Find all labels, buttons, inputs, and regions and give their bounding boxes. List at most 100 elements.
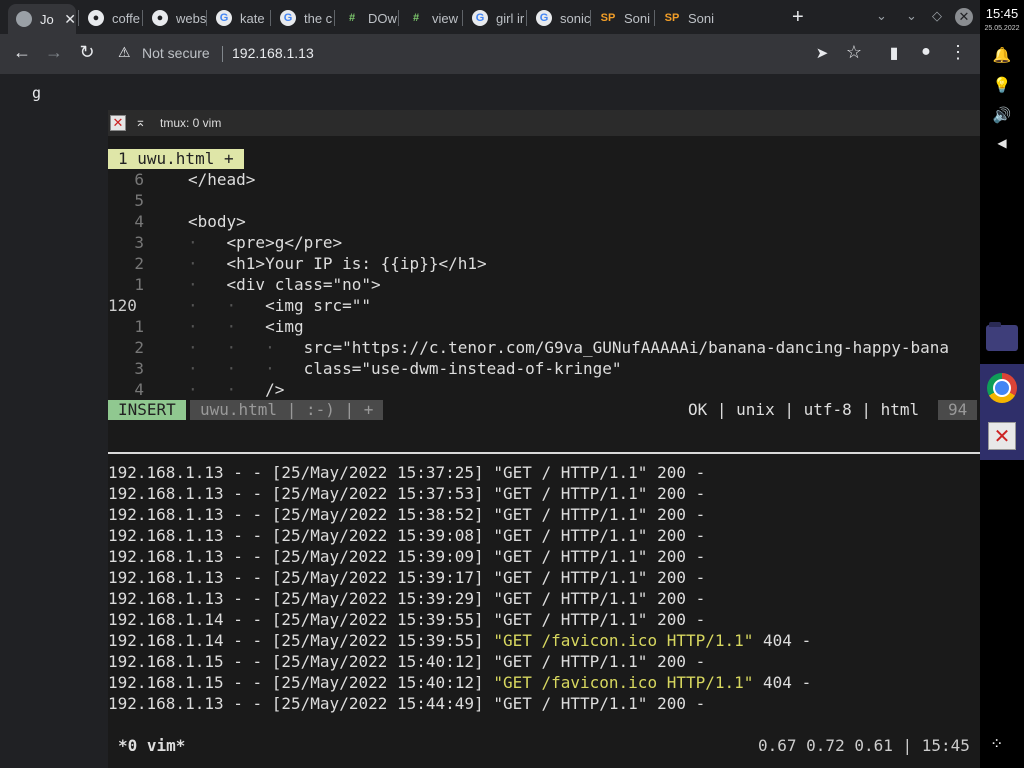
log-req: "GET / HTTP/1.1"	[493, 589, 648, 608]
log-line: 192.168.1.13 - - [25/May/2022 15:37:53] …	[108, 483, 705, 504]
forward-arrow-icon[interactable]: →	[42, 42, 66, 63]
code-line[interactable]: 1 · <div class="no">	[108, 274, 980, 295]
address-bar[interactable]: 192.168.1.13	[232, 45, 314, 61]
code-line[interactable]: 120 · · <img src=""	[108, 295, 980, 316]
tab-0[interactable]: Jo ✕	[8, 4, 76, 34]
tab-title: Jo	[40, 11, 54, 27]
log-req: "GET / HTTP/1.1"	[493, 526, 648, 545]
terminal-close-icon[interactable]: ✕	[110, 115, 126, 131]
code-line[interactable]: 2 · · · src="https://c.tenor.com/G9va_GUN…	[108, 337, 980, 358]
log-line: 192.168.1.13 - - [25/May/2022 15:39:29] …	[108, 588, 705, 609]
tab-2[interactable]: ● webs	[144, 4, 206, 32]
log-req: "GET / HTTP/1.1"	[493, 568, 648, 587]
tab-separator	[654, 10, 655, 26]
bookmark-star-icon[interactable]: ☆	[842, 42, 866, 63]
log-req: "GET / HTTP/1.1"	[493, 484, 648, 503]
security-status[interactable]: Not secure	[142, 45, 210, 61]
tab-7[interactable]: Ggirl ir	[464, 4, 526, 32]
code-line[interactable]: 6 </head>	[108, 169, 980, 190]
tab-5[interactable]: # DOw	[336, 4, 398, 32]
dock-chrome[interactable]	[982, 368, 1022, 408]
tab-4[interactable]: Gthe c	[272, 4, 334, 32]
tmux-status-right: 0.67 0.72 0.61 | 15:45	[758, 736, 970, 755]
code-line[interactable]: 4 · · />	[108, 379, 980, 400]
log-pre: 192.168.1.14 - - [25/May/2022 15:39:55]	[108, 631, 494, 650]
tmux-pane-divider[interactable]	[108, 452, 980, 454]
code-text: </head>	[188, 170, 256, 189]
back-arrow-icon[interactable]: ←	[10, 42, 34, 63]
side-panel-icon[interactable]: ▮	[882, 43, 906, 63]
window-close-icon[interactable]: ✕	[955, 8, 973, 26]
code-line[interactable]: 3 · <pre>g</pre>	[108, 232, 980, 253]
log-pre: 192.168.1.13 - - [25/May/2022 15:37:53]	[108, 484, 494, 503]
indent-guide: · ·	[188, 317, 266, 336]
log-line: 192.168.1.14 - - [25/May/2022 15:39:55] …	[108, 630, 811, 651]
log-pre: 192.168.1.15 - - [25/May/2022 15:40:12]	[108, 652, 494, 671]
code-line[interactable]: 5	[108, 190, 980, 211]
lightbulb-icon[interactable]: 💡	[980, 76, 1024, 94]
send-icon[interactable]: ➤	[810, 44, 834, 62]
browser-toolbar: ← → ↻ ⚠ Not secure 192.168.1.13 ➤ ☆ ▮ ● …	[0, 34, 980, 74]
tab-9[interactable]: SP Soni	[592, 4, 654, 32]
profile-icon[interactable]: ●	[914, 43, 938, 61]
log-line: 192.168.1.13 - - [25/May/2022 15:39:08] …	[108, 525, 705, 546]
tab-separator	[462, 10, 463, 26]
tab-3[interactable]: Gkate	[208, 4, 270, 32]
log-post: 404 -	[753, 673, 812, 692]
layout-switch-icon[interactable]: ⁘	[990, 734, 1003, 754]
terminal-titlebar[interactable]: ✕ ⌅ tmux: 0 vim	[108, 110, 980, 136]
log-pre: 192.168.1.13 - - [25/May/2022 15:39:17]	[108, 568, 494, 587]
sp-icon: SP	[600, 12, 616, 24]
log-post: 200 -	[647, 463, 706, 482]
indent-guide: · · ·	[188, 338, 304, 357]
vim-file-format: OK | unix | utf-8 | html	[688, 400, 920, 419]
tab-title: Soni	[624, 10, 651, 26]
code-line[interactable]: 3 · · · class="use-dwm-instead-of-kringe"	[108, 358, 980, 379]
line-number: 4	[134, 212, 144, 231]
tab-search-icon[interactable]: ⌄	[876, 8, 887, 24]
indent-guide: · ·	[188, 380, 266, 399]
tab-close-icon[interactable]: ✕	[64, 11, 76, 28]
vim-mode: INSERT	[108, 400, 186, 420]
google-icon: G	[216, 10, 232, 26]
tab-1[interactable]: ● coffe	[80, 4, 142, 32]
code-line[interactable]: 2 · <h1>Your IP is: {{ip}}</h1>	[108, 253, 980, 274]
terminal-shade-icon[interactable]: ⌅	[135, 114, 146, 130]
code-line[interactable]: 4 <body>	[108, 211, 980, 232]
terminal-window[interactable]: ✕ ⌅ tmux: 0 vim 1 uwu.html + 6 </head> 5 4 <…	[108, 110, 980, 768]
log-line: 192.168.1.14 - - [25/May/2022 15:39:55] …	[108, 609, 705, 630]
tmux-window-list[interactable]: *0 vim*	[118, 736, 185, 755]
github-icon: ●	[152, 10, 168, 26]
tab-6[interactable]: # view	[400, 4, 462, 32]
bell-icon[interactable]: 🔔	[980, 46, 1024, 64]
indent-guide: · · ·	[188, 359, 304, 378]
code-text: <body>	[188, 212, 246, 231]
new-tab-button[interactable]: +	[792, 6, 804, 29]
log-req: "GET / HTTP/1.1"	[493, 505, 648, 524]
volume-icon[interactable]: 🔊	[980, 106, 1024, 124]
maximize-icon[interactable]: ◇	[932, 8, 942, 24]
dock-file-manager[interactable]	[982, 318, 1022, 358]
code-text: <img	[265, 317, 304, 336]
indent-guide: ·	[188, 254, 227, 273]
vim-buffer-tab[interactable]: 1 uwu.html +	[108, 149, 244, 169]
log-post: 200 -	[647, 568, 706, 587]
line-number: 4	[134, 380, 144, 399]
dock-xterm[interactable]: ✕	[982, 416, 1022, 456]
log-line: 192.168.1.15 - - [25/May/2022 15:40:12] …	[108, 651, 705, 672]
line-number: 1	[134, 275, 144, 294]
minimize-icon[interactable]: ⌄	[906, 8, 917, 24]
vim-position: 94	[938, 400, 978, 420]
log-post: 200 -	[647, 694, 706, 713]
tab-10[interactable]: SP Soni	[656, 4, 718, 32]
google-icon: G	[280, 10, 296, 26]
collapse-arrow-icon[interactable]: ◀	[980, 136, 1024, 150]
code-line[interactable]: 1 · · <img	[108, 316, 980, 337]
tab-8[interactable]: Gsonic	[528, 4, 590, 32]
menu-icon[interactable]: ⋮	[946, 42, 970, 63]
page-pre-text: g	[32, 84, 42, 102]
xterm-icon: ✕	[988, 422, 1016, 450]
warning-icon[interactable]: ⚠	[118, 44, 131, 61]
tab-title: DOw	[368, 10, 397, 26]
reload-icon[interactable]: ↻	[75, 42, 99, 63]
